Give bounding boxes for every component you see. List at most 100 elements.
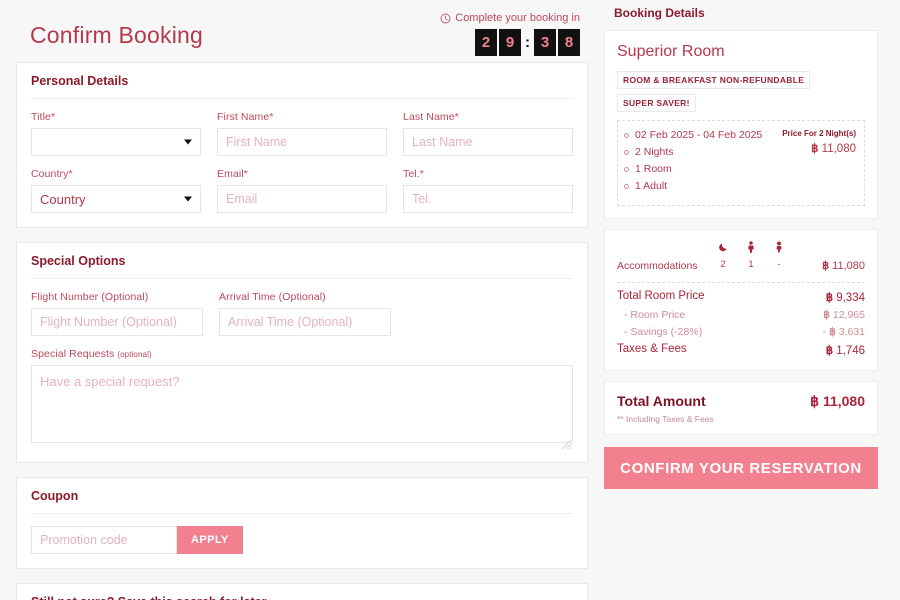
personal-details-body: Title* First Name* Last Name* xyxy=(17,99,587,227)
coupon-title: Coupon xyxy=(31,489,79,503)
currency-symbol: ฿ xyxy=(829,326,836,338)
row-value: - ฿ 3,631 xyxy=(823,326,865,338)
special-options-card: Special Options Flight Number (Optional)… xyxy=(16,242,588,463)
chevron-down-icon xyxy=(184,196,192,202)
price-for-nights-label: Price For 2 Night(s) xyxy=(782,129,856,138)
contact-field-row: Country* Country Email* Tel.* xyxy=(31,168,573,213)
country-field: Country* Country xyxy=(31,168,201,213)
price-amount: 11,080 xyxy=(822,393,865,409)
country-select[interactable]: Country xyxy=(31,185,201,213)
title-label: Title* xyxy=(31,111,56,123)
bullet-icon xyxy=(624,132,629,138)
accommodations-price: ฿ 11,080 xyxy=(822,259,865,272)
confirm-reservation-button[interactable]: CONFIRM YOUR RESERVATION xyxy=(604,447,878,489)
coupon-body: APPLY xyxy=(17,514,587,568)
timer-digit-second-ones: 8 xyxy=(558,29,580,56)
special-requests-label: Special Requests (optional) xyxy=(31,348,573,360)
flight-number-field: Flight Number (Optional) xyxy=(31,291,203,336)
timer-digits: 2 9 : 3 8 xyxy=(440,29,580,56)
room-tag: ROOM & BREAKFAST NON-REFUNDABLE xyxy=(617,71,811,89)
timer-colon: : xyxy=(525,34,530,51)
room-tags: ROOM & BREAKFAST NON-REFUNDABLE SUPER SA… xyxy=(617,70,865,116)
nights-column: 2 xyxy=(709,240,737,272)
first-name-input[interactable] xyxy=(217,128,387,156)
price-amount: 12,965 xyxy=(832,309,865,321)
coupon-row: APPLY xyxy=(31,526,573,554)
timer-label-row: Complete your booking in xyxy=(440,12,580,24)
save-search-card: Still not sure? Save this search for lat… xyxy=(16,583,588,600)
last-name-label: Last Name* xyxy=(403,111,459,123)
special-options-body: Flight Number (Optional) Arrival Time (O… xyxy=(17,279,587,462)
divider xyxy=(617,282,865,283)
email-label: Email* xyxy=(217,168,248,180)
total-amount-card: Total Amount ฿ 11,080 ** Including Taxes… xyxy=(604,381,878,435)
stay-price-note: Price For 2 Night(s) ฿ 11,080 xyxy=(782,129,856,197)
children-column: - xyxy=(765,240,793,272)
currency-symbol: ฿ xyxy=(823,309,830,321)
arrival-time-field: Arrival Time (Optional) xyxy=(219,291,391,336)
country-select-value: Country xyxy=(40,191,86,207)
currency-symbol: ฿ xyxy=(811,143,819,155)
stay-item-dates: 02 Feb 2025 - 04 Feb 2025 xyxy=(635,129,763,141)
row-label: - Room Price xyxy=(624,309,686,321)
total-amount-value: ฿ 11,080 xyxy=(810,393,865,410)
tel-label: Tel.* xyxy=(403,168,424,180)
save-search-title: Still not sure? Save this search for lat… xyxy=(17,584,587,600)
taxes-and-fees-row: Taxes & Fees ฿ 1,746 xyxy=(617,343,865,357)
currency-symbol: ฿ xyxy=(810,393,820,409)
accommodations-counts: 2 1 - xyxy=(709,240,822,272)
promotion-code-input[interactable] xyxy=(31,526,177,554)
flight-field-row: Flight Number (Optional) Arrival Time (O… xyxy=(31,291,573,336)
total-room-price-row: Total Room Price ฿ 9,334 xyxy=(617,290,865,304)
price-for-nights-value: ฿ 11,080 xyxy=(782,141,856,155)
price-amount: 11,080 xyxy=(832,260,865,272)
timer-digit-minute-ones: 9 xyxy=(499,29,521,56)
chevron-down-icon xyxy=(184,139,192,145)
bullet-icon xyxy=(624,149,629,155)
price-breakdown-card: Accommodations 2 1 - ฿ 11,080 Total Room… xyxy=(604,229,878,371)
arrival-time-input[interactable] xyxy=(219,308,391,336)
adult-icon xyxy=(737,240,765,253)
list-item: 2 Nights xyxy=(624,146,762,158)
stay-item-guests: 1 Adult xyxy=(635,180,668,192)
total-amount-note: ** Including Taxes & Fees xyxy=(617,414,714,424)
room-name: Superior Room xyxy=(617,43,725,60)
special-requests-optional-text: (optional) xyxy=(117,350,152,359)
timer-label-text: Complete your booking in xyxy=(455,12,580,24)
accommodations-row: Accommodations 2 1 - ฿ 11,080 xyxy=(617,240,865,275)
bullet-icon xyxy=(624,166,629,172)
special-requests-field: Special Requests (optional) xyxy=(31,348,573,450)
total-amount-row: Total Amount ฿ 11,080 xyxy=(617,393,865,410)
booking-page: Confirm Booking Complete your booking in… xyxy=(0,0,900,600)
personal-details-card: Personal Details Title* First Name* Firs… xyxy=(16,62,588,228)
row-label: Taxes & Fees xyxy=(617,343,687,355)
page-header: Confirm Booking Complete your booking in… xyxy=(16,0,588,62)
countdown-timer: Complete your booking in 2 9 : 3 8 xyxy=(440,12,588,56)
currency-symbol: ฿ xyxy=(822,260,830,272)
adults-column: 1 xyxy=(737,240,765,272)
row-value: ฿ 12,965 xyxy=(823,309,865,321)
bullet-icon xyxy=(624,183,629,189)
tel-field: Tel.* xyxy=(403,168,573,213)
flight-number-input[interactable] xyxy=(31,308,203,336)
special-requests-wrap xyxy=(31,365,573,450)
email-input[interactable] xyxy=(217,185,387,213)
flight-number-label: Flight Number (Optional) xyxy=(31,291,149,303)
room-price-row: - Room Price ฿ 12,965 xyxy=(617,309,865,321)
title-select[interactable] xyxy=(31,128,201,156)
child-icon xyxy=(765,240,793,253)
timer-digit-second-tens: 3 xyxy=(534,29,556,56)
price-amount: 3,631 xyxy=(838,326,865,338)
last-name-input[interactable] xyxy=(403,128,573,156)
accommodations-label: Accommodations xyxy=(617,260,698,272)
room-tag: SUPER SAVER! xyxy=(617,94,696,112)
name-field-row: Title* First Name* Last Name* xyxy=(31,111,573,156)
page-title: Confirm Booking xyxy=(30,22,204,48)
arrival-time-label: Arrival Time (Optional) xyxy=(219,291,326,303)
apply-coupon-button[interactable]: APPLY xyxy=(177,526,243,554)
tel-input[interactable] xyxy=(403,185,573,213)
price-amount: 11,080 xyxy=(821,143,856,155)
price-amount: 9,334 xyxy=(836,292,865,304)
special-requests-textarea[interactable] xyxy=(31,365,573,443)
nights-count: 2 xyxy=(720,259,726,270)
